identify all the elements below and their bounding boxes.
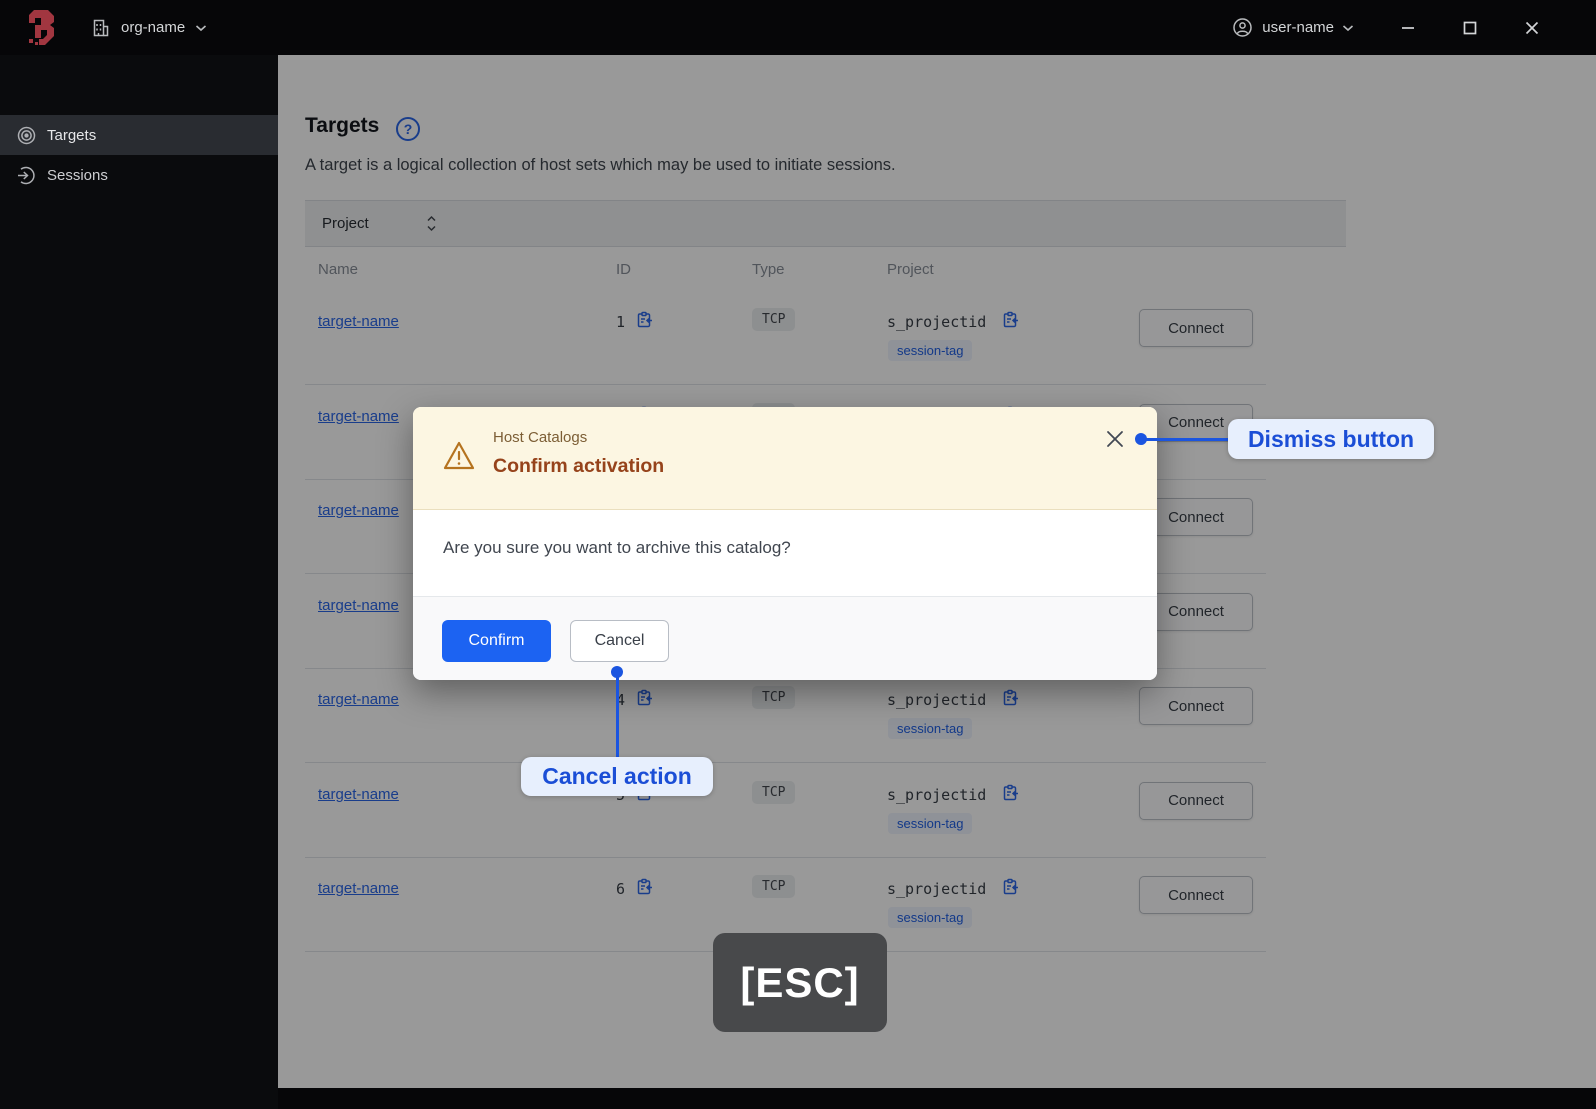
org-name-dropdown[interactable]: org-name: [121, 19, 185, 36]
chevron-down-icon[interactable]: [1342, 24, 1354, 32]
minimize-button[interactable]: [1400, 20, 1416, 36]
sidebar-item-label: Sessions: [47, 166, 108, 184]
dismiss-annotation-label: Dismiss button: [1228, 419, 1434, 459]
sidebar-item-label: Targets: [47, 126, 97, 144]
sidebar-item-sessions[interactable]: Sessions: [0, 155, 278, 195]
dismiss-button[interactable]: [1105, 429, 1127, 451]
dialog-footer: Confirm Cancel: [413, 596, 1157, 680]
cancel-annotation-label: Cancel action: [521, 757, 713, 796]
dismiss-annotation-line: [1145, 438, 1228, 441]
dialog-message: Are you sure you want to archive this ca…: [443, 538, 791, 557]
topbar: org-name user-name: [0, 0, 1596, 55]
confirm-dialog: Host Catalogs Confirm activation Are you…: [413, 407, 1157, 680]
maximize-button[interactable]: [1462, 20, 1478, 36]
boundary-logo: [28, 9, 59, 46]
confirm-button[interactable]: Confirm: [442, 620, 551, 662]
dialog-eyebrow: Host Catalogs: [493, 429, 588, 446]
org-icon: [91, 18, 111, 38]
user-icon: [1232, 17, 1253, 38]
cancel-button[interactable]: Cancel: [570, 620, 669, 662]
close-window-icon[interactable]: [1524, 20, 1540, 36]
sidebar: Targets Sessions: [0, 55, 278, 1109]
target-icon: [17, 126, 36, 145]
sidebar-item-targets[interactable]: Targets: [0, 115, 278, 155]
session-entry-icon: [17, 166, 36, 185]
warning-icon: [442, 440, 476, 472]
dialog-header: Host Catalogs Confirm activation: [413, 407, 1157, 510]
user-name-dropdown[interactable]: user-name: [1262, 19, 1334, 36]
esc-key-badge: [ESC]: [713, 933, 887, 1032]
dialog-title: Confirm activation: [493, 455, 665, 477]
cancel-annotation-line: [616, 676, 619, 757]
chevron-down-icon[interactable]: [195, 24, 207, 32]
